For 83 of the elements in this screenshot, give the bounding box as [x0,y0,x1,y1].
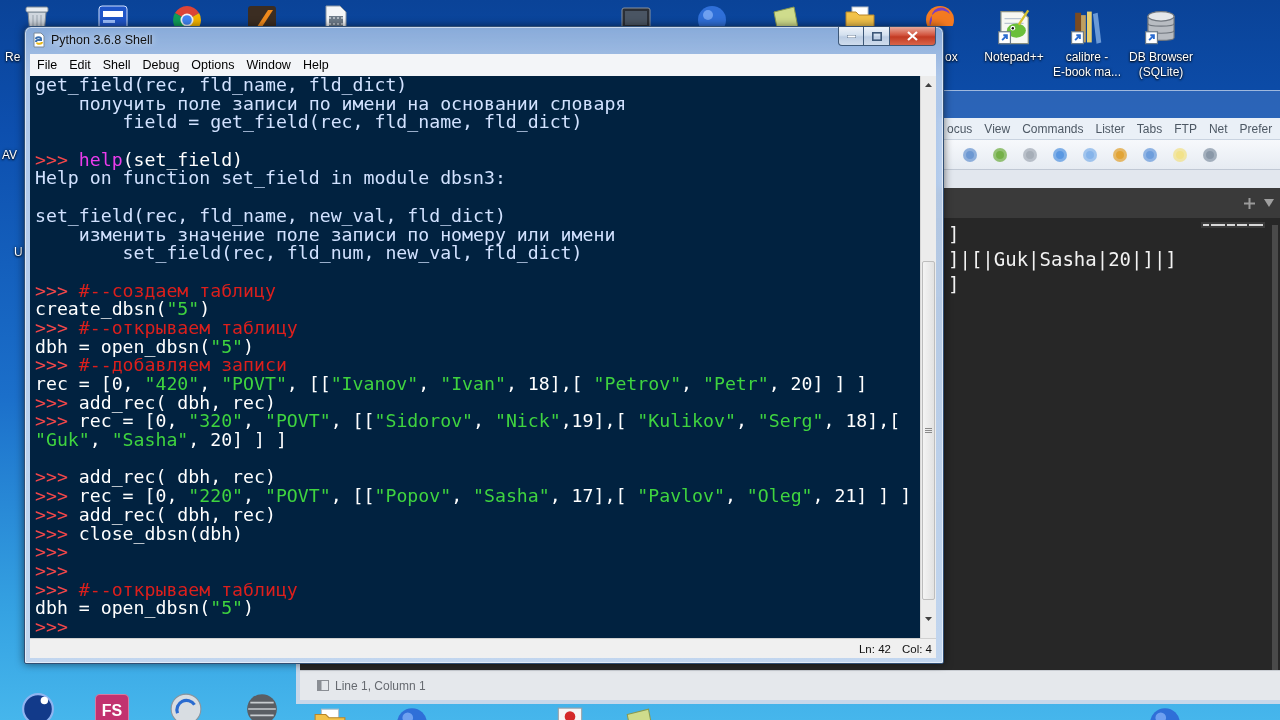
code-line: >>> #--открываем таблицу [35,318,298,338]
scrollbar[interactable] [920,76,936,638]
icon-label: DB Browser (SQLite) [1129,50,1193,80]
code-line: >>> #--создаем таблицу [35,281,276,301]
menu-item[interactable]: Commands [1022,121,1084,136]
close-icon [907,31,918,41]
menu-item[interactable]: Help [296,54,335,76]
maximize-icon [871,31,882,41]
maximize-button[interactable] [864,27,890,46]
menu-item[interactable]: FTP [1174,121,1197,136]
code-line: dbh = open_dbsn("5") [35,599,254,618]
code-line: >>> add_rec( dbh, rec) [35,505,276,525]
code-line: >>> close_dbsn(dbh) [35,524,244,544]
code-line: dbh = open_dbsn("5") [35,337,254,357]
code-line: create_dbsn("5") [35,300,211,319]
menu-item[interactable]: Window [240,54,297,76]
icon-label: calibre - E-book ma... [1053,50,1121,80]
close-button[interactable] [890,27,936,46]
app-tile[interactable]: FS [95,694,129,720]
icon-label: Re [5,50,21,65]
code-line: >>> add_rec( dbh, rec) [35,393,276,413]
scrollbar[interactable] [1272,225,1278,670]
icon-label: U [14,245,23,260]
menu-item[interactable]: Lister [1095,121,1125,136]
code-line: >>> [35,561,68,581]
orb-icon[interactable] [924,4,956,26]
plus-icon[interactable] [1244,197,1255,209]
app-tile-icon[interactable] [97,4,129,26]
toolbar-icon[interactable] [1052,146,1068,163]
grip-icon [925,428,932,434]
code-line: ] [948,222,960,247]
code-line: "Guk", "Sasha", 20] ] ] [35,431,287,450]
monitor-icon[interactable] [620,4,652,26]
output-line: set_field(rec, fld_num, new_val, fld_dict) [121,244,583,263]
status-text: Col: 4 [901,642,932,655]
window-title: Python 3.6.8 Shell [51,33,153,47]
scroll-down-icon[interactable] [925,616,932,621]
gauge-icon[interactable] [169,692,203,720]
toolbar-icon[interactable] [992,146,1008,163]
status-text: Line 1, Column 1 [335,678,426,693]
output-line: получить поле записи по имени на основании словаря [78,94,627,114]
output-line: get_field(rec, fld_name, fld_dict) [35,76,408,95]
toolbar-icon[interactable] [1142,146,1158,163]
code-line: >>> rec = [0, "320", "POVT", [["Sidorov", "Nick",19],[ "Kulikov", "Serg", 18],[ [35,412,901,432]
icon-label: AV [2,148,18,163]
output-line: изменить значение поле записи по номеру или имени [78,225,616,245]
status-text: Ln: 42 [858,642,891,655]
code-line: ] [948,272,960,297]
menu-item[interactable]: Prefer [1239,121,1273,136]
orbit-icon[interactable] [21,692,55,720]
menu-item[interactable]: Debug [136,54,186,76]
output-line: Help on function set_field in module dbsn3: [35,169,506,189]
caret-down-icon[interactable] [1264,199,1274,207]
code-line: rec = [0, "420", "POVT", [["Ivanov", "Ivan", 18],[ "Petrov", "Petr", 20] ] ] [35,375,868,394]
menu-item[interactable]: Options [185,54,241,76]
scroll-up-icon[interactable] [925,82,932,87]
menu-item[interactable]: Tabs [1136,121,1163,136]
minimize-icon [846,34,856,38]
app-icon[interactable] [31,32,47,48]
menu-item[interactable]: ocus [947,121,973,136]
minimap [1201,222,1265,228]
code-line: >>> #--добавляем записи [35,356,287,375]
icon-label: ox [945,50,958,65]
icon-label: Notepad++ [984,50,1044,65]
output-line: field = get_field(rec, fld_name, fld_dict) [122,113,583,133]
toolbar-icon[interactable] [962,146,978,163]
code-line: >>> #--открываем таблицу [35,580,298,600]
menu-item[interactable]: Edit [63,54,97,76]
toolbar-icon[interactable] [1202,146,1218,163]
output-line: set_field(rec, fld_name, new_val, fld_dict) [35,206,506,226]
code-line: >>> rec = [0, "220", "POVT", [["Popov", "Sasha", 17],[ "Pavlov", "Oleg", 21] ] ] [35,487,912,506]
code-line: >>> help(set_field) [35,150,244,170]
scroll-thumb[interactable] [922,261,935,600]
menu-item[interactable]: Shell [96,54,137,76]
menu-item[interactable]: Net [1208,121,1228,136]
code-line: >>> add_rec( dbh, rec) [35,468,276,488]
code-line: ]|[|Guk|Sasha|20|]|] [948,247,1177,272]
minimize-button[interactable] [838,27,864,46]
menu-item[interactable]: File [31,54,64,76]
menu-item[interactable]: View [984,121,1011,136]
panel-icon[interactable] [317,680,329,691]
code-line: >>> [35,617,68,637]
code-line: >>> [35,543,68,562]
